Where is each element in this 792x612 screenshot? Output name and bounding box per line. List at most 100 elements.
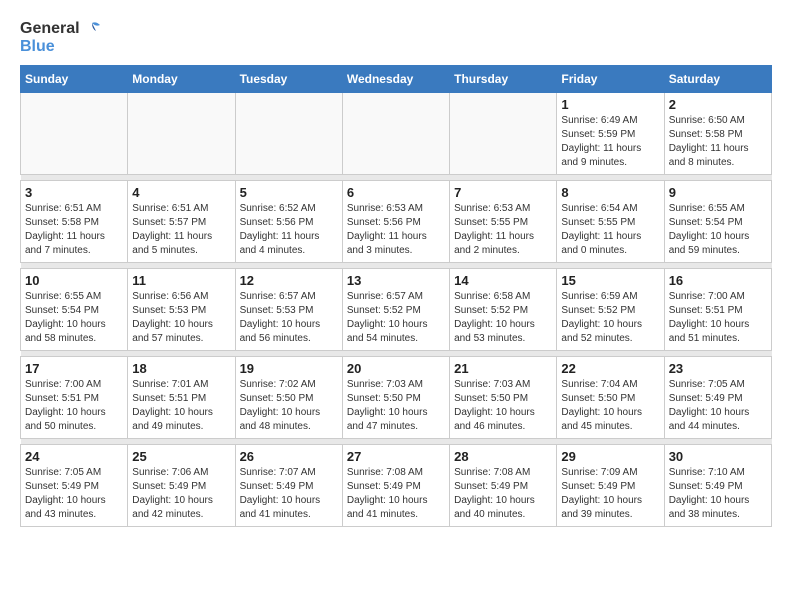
calendar-cell: 25 Sunrise: 7:06 AM Sunset: 5:49 PM Dayli…	[128, 445, 235, 527]
day-number: 15	[561, 273, 659, 288]
calendar-cell: 16Sunrise: 7:00 AM Sunset: 5:51 PM Dayli…	[664, 269, 771, 351]
day-info: Sunrise: 6:53 AM Sunset: 5:56 PM Dayligh…	[347, 202, 445, 258]
calendar-cell: 6 Sunrise: 6:53 AM Sunset: 5:56 PM Daylig…	[342, 181, 449, 263]
day-info: Sunrise: 6:55 AM Sunset: 5:54 PM Dayligh…	[25, 290, 123, 346]
calendar-cell: 26 Sunrise: 7:07 AM Sunset: 5:49 PM Dayli…	[235, 445, 342, 527]
logo-top: General	[20, 20, 102, 38]
day-number: 26	[240, 449, 338, 464]
calendar-cell: 9 Sunrise: 6:55 AM Sunset: 5:54 PM Daylig…	[664, 181, 771, 263]
day-info: Sunrise: 7:09 AM Sunset: 5:49 PM Dayligh…	[561, 466, 659, 522]
weekday-header-sunday: Sunday	[21, 66, 128, 93]
day-info: Sunrise: 6:58 AM Sunset: 5:52 PM Dayligh…	[454, 290, 552, 346]
calendar-cell: 8 Sunrise: 6:54 AM Sunset: 5:55 PM Daylig…	[557, 181, 664, 263]
calendar-cell: 28 Sunrise: 7:08 AM Sunset: 5:49 PM Dayli…	[450, 445, 557, 527]
day-number: 1	[561, 97, 659, 112]
day-info: Sunrise: 6:53 AM Sunset: 5:55 PM Dayligh…	[454, 202, 552, 258]
day-number: 11	[132, 273, 230, 288]
calendar-week-row: 1 Sunrise: 6:49 AM Sunset: 5:59 PM Daylig…	[21, 93, 772, 175]
calendar-cell: 19 Sunrise: 7:02 AM Sunset: 5:50 PM Dayli…	[235, 357, 342, 439]
calendar-cell: 11 Sunrise: 6:56 AM Sunset: 5:53 PM Dayli…	[128, 269, 235, 351]
day-number: 17	[25, 361, 123, 376]
calendar-cell: 29 Sunrise: 7:09 AM Sunset: 5:49 PM Dayli…	[557, 445, 664, 527]
calendar-cell: 15 Sunrise: 6:59 AM Sunset: 5:52 PM Dayli…	[557, 269, 664, 351]
day-number: 28	[454, 449, 552, 464]
day-info: Sunrise: 7:05 AM Sunset: 5:49 PM Dayligh…	[669, 378, 767, 434]
calendar-cell	[235, 93, 342, 175]
day-info: Sunrise: 6:55 AM Sunset: 5:54 PM Dayligh…	[669, 202, 767, 258]
day-info: Sunrise: 7:00 AM Sunset: 5:51 PM Dayligh…	[25, 378, 123, 434]
day-number: 8	[561, 185, 659, 200]
day-number: 20	[347, 361, 445, 376]
day-info: Sunrise: 7:08 AM Sunset: 5:49 PM Dayligh…	[347, 466, 445, 522]
day-info: Sunrise: 6:51 AM Sunset: 5:57 PM Dayligh…	[132, 202, 230, 258]
day-info: Sunrise: 6:59 AM Sunset: 5:52 PM Dayligh…	[561, 290, 659, 346]
day-number: 18	[132, 361, 230, 376]
calendar-cell: 4 Sunrise: 6:51 AM Sunset: 5:57 PM Daylig…	[128, 181, 235, 263]
calendar-cell: 23Sunrise: 7:05 AM Sunset: 5:49 PM Dayli…	[664, 357, 771, 439]
weekday-header-tuesday: Tuesday	[235, 66, 342, 93]
day-info: Sunrise: 6:52 AM Sunset: 5:56 PM Dayligh…	[240, 202, 338, 258]
day-info: Sunrise: 7:05 AM Sunset: 5:49 PM Dayligh…	[25, 466, 123, 522]
day-info: Sunrise: 6:49 AM Sunset: 5:59 PM Dayligh…	[561, 114, 659, 170]
day-info: Sunrise: 7:08 AM Sunset: 5:49 PM Dayligh…	[454, 466, 552, 522]
day-number: 27	[347, 449, 445, 464]
calendar-week-row: 10 Sunrise: 6:55 AM Sunset: 5:54 PM Dayli…	[21, 269, 772, 351]
logo-bird-icon	[82, 21, 102, 37]
calendar-cell: 2 Sunrise: 6:50 AM Sunset: 5:58 PM Daylig…	[664, 93, 771, 175]
day-info: Sunrise: 6:54 AM Sunset: 5:55 PM Dayligh…	[561, 202, 659, 258]
day-number: 7	[454, 185, 552, 200]
calendar-cell: 18 Sunrise: 7:01 AM Sunset: 5:51 PM Dayli…	[128, 357, 235, 439]
day-number: 6	[347, 185, 445, 200]
calendar-week-row: 17 Sunrise: 7:00 AM Sunset: 5:51 PM Dayli…	[21, 357, 772, 439]
calendar-cell	[342, 93, 449, 175]
calendar-cell: 22 Sunrise: 7:04 AM Sunset: 5:50 PM Dayli…	[557, 357, 664, 439]
day-number: 22	[561, 361, 659, 376]
day-info: Sunrise: 7:04 AM Sunset: 5:50 PM Dayligh…	[561, 378, 659, 434]
logo-blue-text: Blue	[20, 38, 102, 56]
calendar-cell: 24Sunrise: 7:05 AM Sunset: 5:49 PM Dayli…	[21, 445, 128, 527]
day-info: Sunrise: 7:02 AM Sunset: 5:50 PM Dayligh…	[240, 378, 338, 434]
calendar-cell: 13Sunrise: 6:57 AM Sunset: 5:52 PM Dayli…	[342, 269, 449, 351]
calendar-cell: 12 Sunrise: 6:57 AM Sunset: 5:53 PM Dayli…	[235, 269, 342, 351]
day-number: 30	[669, 449, 767, 464]
logo-general-text: General	[20, 20, 80, 38]
day-info: Sunrise: 7:03 AM Sunset: 5:50 PM Dayligh…	[347, 378, 445, 434]
day-number: 4	[132, 185, 230, 200]
day-number: 25	[132, 449, 230, 464]
calendar-cell: 17 Sunrise: 7:00 AM Sunset: 5:51 PM Dayli…	[21, 357, 128, 439]
calendar-week-row: 24Sunrise: 7:05 AM Sunset: 5:49 PM Dayli…	[21, 445, 772, 527]
calendar-cell: 7 Sunrise: 6:53 AM Sunset: 5:55 PM Daylig…	[450, 181, 557, 263]
day-number: 21	[454, 361, 552, 376]
day-number: 19	[240, 361, 338, 376]
day-number: 2	[669, 97, 767, 112]
logo: General Blue	[20, 20, 102, 55]
calendar-cell	[450, 93, 557, 175]
weekday-header-thursday: Thursday	[450, 66, 557, 93]
calendar-week-row: 3Sunrise: 6:51 AM Sunset: 5:58 PM Daylig…	[21, 181, 772, 263]
day-info: Sunrise: 6:50 AM Sunset: 5:58 PM Dayligh…	[669, 114, 767, 170]
calendar-cell: 10 Sunrise: 6:55 AM Sunset: 5:54 PM Dayli…	[21, 269, 128, 351]
day-info: Sunrise: 6:56 AM Sunset: 5:53 PM Dayligh…	[132, 290, 230, 346]
calendar-cell	[128, 93, 235, 175]
day-info: Sunrise: 7:10 AM Sunset: 5:49 PM Dayligh…	[669, 466, 767, 522]
day-number: 9	[669, 185, 767, 200]
day-info: Sunrise: 7:03 AM Sunset: 5:50 PM Dayligh…	[454, 378, 552, 434]
calendar-cell: 20 Sunrise: 7:03 AM Sunset: 5:50 PM Dayli…	[342, 357, 449, 439]
day-info: Sunrise: 7:00 AM Sunset: 5:51 PM Dayligh…	[669, 290, 767, 346]
calendar-cell	[21, 93, 128, 175]
calendar-cell: 1 Sunrise: 6:49 AM Sunset: 5:59 PM Daylig…	[557, 93, 664, 175]
day-info: Sunrise: 7:07 AM Sunset: 5:49 PM Dayligh…	[240, 466, 338, 522]
day-number: 14	[454, 273, 552, 288]
day-info: Sunrise: 6:57 AM Sunset: 5:53 PM Dayligh…	[240, 290, 338, 346]
weekday-header-wednesday: Wednesday	[342, 66, 449, 93]
day-number: 10	[25, 273, 123, 288]
logo-container: General Blue	[20, 20, 102, 55]
day-info: Sunrise: 7:01 AM Sunset: 5:51 PM Dayligh…	[132, 378, 230, 434]
day-number: 29	[561, 449, 659, 464]
day-number: 12	[240, 273, 338, 288]
calendar-cell: 30 Sunrise: 7:10 AM Sunset: 5:49 PM Dayli…	[664, 445, 771, 527]
day-info: Sunrise: 7:06 AM Sunset: 5:49 PM Dayligh…	[132, 466, 230, 522]
day-number: 13	[347, 273, 445, 288]
calendar-cell: 3Sunrise: 6:51 AM Sunset: 5:58 PM Daylig…	[21, 181, 128, 263]
calendar-cell: 21 Sunrise: 7:03 AM Sunset: 5:50 PM Dayli…	[450, 357, 557, 439]
